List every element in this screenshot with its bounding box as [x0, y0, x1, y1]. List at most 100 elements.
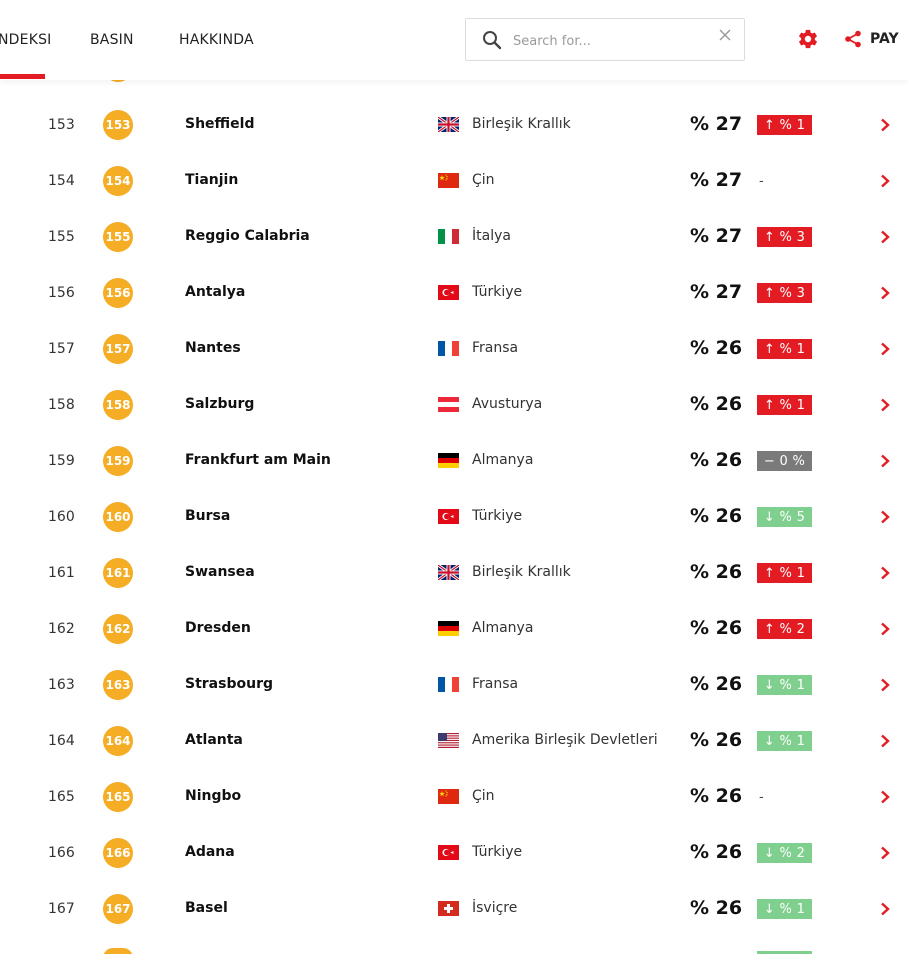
- score-value: % 26: [690, 337, 743, 359]
- city-name[interactable]: Tianjin: [185, 172, 238, 188]
- rank-badge: 156: [103, 278, 133, 308]
- rank-badge: 155: [103, 222, 133, 252]
- table-row[interactable]: 161 161 Swansea Birleşik Krallık % 26 ↑ % 1: [0, 545, 908, 601]
- change-badge: ↑ % 1: [757, 115, 812, 135]
- gear-icon[interactable]: [797, 28, 819, 50]
- rank-badge: 161: [103, 558, 133, 588]
- rank-badge: 160: [103, 502, 133, 532]
- rank-number: 154: [48, 173, 75, 189]
- table-row[interactable]: 156 156 Antalya Türkiye % 27 ↑ % 3: [0, 265, 908, 321]
- country-name: Birleşik Krallık: [472, 564, 571, 580]
- city-name[interactable]: Nantes: [185, 340, 241, 356]
- table-row[interactable]: 154 154 Tianjin Çin % 27-: [0, 153, 908, 209]
- rank-number: 163: [48, 677, 75, 693]
- city-name[interactable]: Bursa: [185, 508, 230, 524]
- change-badge: -: [759, 173, 764, 189]
- change-badge: ↓ % 5: [757, 507, 812, 527]
- table-row[interactable]: 167 167 Basel İsviçre % 26 ↓ % 1: [0, 881, 908, 937]
- rank-badge: 162: [103, 614, 133, 644]
- rank-number: 164: [48, 733, 75, 749]
- country-name: Avusturya: [472, 396, 543, 412]
- ranking-list: 153 153 Sheffield Birleşik Krallık % 27 ↑ % 1…: [0, 0, 908, 954]
- city-name[interactable]: Adana: [185, 844, 235, 860]
- share-button[interactable]: PAY: [844, 28, 899, 50]
- city-name[interactable]: Ningbo: [185, 788, 241, 804]
- flag-fr-icon: [438, 677, 459, 692]
- city-name[interactable]: Antalya: [185, 284, 245, 300]
- flag-tr-icon: [438, 285, 459, 300]
- flag-it-icon: [438, 229, 459, 244]
- chevron-right-icon[interactable]: [880, 118, 890, 132]
- score-value: % 26: [690, 505, 743, 527]
- chevron-right-icon[interactable]: [880, 622, 890, 636]
- score-value: % 26: [690, 897, 743, 919]
- table-row[interactable]: 160 160 Bursa Türkiye % 26 ↓ % 5: [0, 489, 908, 545]
- score-value: % 26: [690, 617, 743, 639]
- score-value: % 27: [690, 225, 743, 247]
- change-badge: -: [759, 789, 764, 805]
- city-name[interactable]: Basel: [185, 900, 228, 916]
- change-badge: ↑ % 1: [757, 339, 812, 359]
- chevron-right-icon[interactable]: [880, 678, 890, 692]
- chevron-right-icon[interactable]: [880, 566, 890, 580]
- flag-ch-icon: [438, 901, 459, 916]
- score-value: % 26: [690, 393, 743, 415]
- nav-item-press[interactable]: BASIN: [90, 32, 134, 48]
- rank-number: 166: [48, 845, 75, 861]
- change-badge: ↑ % 3: [757, 283, 812, 303]
- table-row[interactable]: 157 157 Nantes Fransa % 26 ↑ % 1: [0, 321, 908, 377]
- chevron-right-icon[interactable]: [880, 454, 890, 468]
- close-icon[interactable]: [718, 28, 732, 42]
- rank-number: 153: [48, 117, 75, 133]
- city-name[interactable]: Swansea: [185, 564, 255, 580]
- change-badge: − 0 %: [757, 451, 812, 471]
- table-row[interactable]: 155 155 Reggio Calabria İtalya % 27 ↑ % 3: [0, 209, 908, 265]
- rank-number: 159: [48, 453, 75, 469]
- share-icon: [845, 30, 861, 48]
- city-name[interactable]: Reggio Calabria: [185, 228, 310, 244]
- flag-tr-icon: [438, 509, 459, 524]
- rank-number: 156: [48, 285, 75, 301]
- share-label: PAY: [870, 31, 899, 47]
- table-row[interactable]: 164 164 Atlanta Amerika Birleşik Devletleri…: [0, 713, 908, 769]
- score-value: % 27: [690, 281, 743, 303]
- chevron-right-icon[interactable]: [880, 846, 890, 860]
- change-badge: ↑ % 1: [757, 395, 812, 415]
- city-name[interactable]: Frankfurt am Main: [185, 452, 331, 468]
- table-row[interactable]: 159 159 Frankfurt am Main Almanya % 26 − 0 %: [0, 433, 908, 489]
- change-badge: ↓ % 1: [757, 675, 812, 695]
- table-row[interactable]: 163 163 Strasbourg Fransa % 26 ↓ % 1: [0, 657, 908, 713]
- flag-fr-icon: [438, 341, 459, 356]
- table-row[interactable]: 162 162 Dresden Almanya % 26 ↑ % 2: [0, 601, 908, 657]
- chevron-right-icon[interactable]: [880, 174, 890, 188]
- score-value: % 27: [690, 169, 743, 191]
- table-row[interactable]: 153 153 Sheffield Birleşik Krallık % 27 ↑ % 1: [0, 97, 908, 153]
- rank-badge: 167: [103, 894, 133, 924]
- table-row[interactable]: 165 165 Ningbo Çin % 26-: [0, 769, 908, 825]
- nav-active-indicator: [0, 74, 45, 79]
- chevron-right-icon[interactable]: [880, 734, 890, 748]
- chevron-right-icon[interactable]: [880, 230, 890, 244]
- chevron-right-icon[interactable]: [880, 902, 890, 916]
- chevron-right-icon[interactable]: [880, 286, 890, 300]
- city-name[interactable]: Atlanta: [185, 732, 243, 748]
- city-name[interactable]: Salzburg: [185, 396, 254, 412]
- nav-item-index[interactable]: NDEKSI: [0, 32, 52, 48]
- rank-number: 161: [48, 565, 75, 581]
- chevron-right-icon[interactable]: [880, 790, 890, 804]
- city-name[interactable]: Sheffield: [185, 116, 254, 132]
- city-name[interactable]: Dresden: [185, 620, 251, 636]
- chevron-right-icon[interactable]: [880, 342, 890, 356]
- chevron-right-icon[interactable]: [880, 510, 890, 524]
- nav-item-about[interactable]: HAKKINDA: [179, 32, 254, 48]
- table-row[interactable]: 158 158 Salzburg Avusturya % 26 ↑ % 1: [0, 377, 908, 433]
- country-name: Türkiye: [472, 508, 523, 524]
- rank-badge: 166: [103, 838, 133, 868]
- rank-badge: 154: [103, 166, 133, 196]
- city-name[interactable]: Strasbourg: [185, 676, 273, 692]
- chevron-right-icon[interactable]: [880, 398, 890, 412]
- table-row[interactable]: 166 166 Adana Türkiye % 26 ↓ % 2: [0, 825, 908, 881]
- search-box[interactable]: [465, 18, 745, 61]
- search-input[interactable]: [513, 29, 703, 53]
- flag-de-icon: [438, 621, 459, 636]
